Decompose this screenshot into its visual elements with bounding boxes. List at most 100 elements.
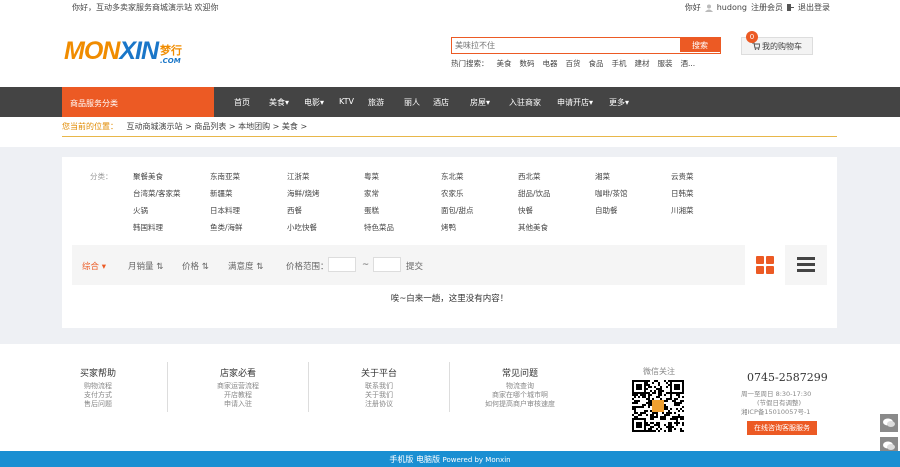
sort-arrow-icon: ⇅ [156, 262, 164, 272]
footer-link[interactable]: 购物流程 [28, 382, 168, 391]
hot-search-link[interactable]: 电器 [543, 58, 558, 69]
category-tag[interactable]: 云贵菜 [671, 171, 694, 182]
chat-icon [883, 418, 895, 427]
category-tag[interactable]: 湘菜 [595, 171, 610, 182]
powered-by[interactable]: Powered by Monxin [443, 456, 511, 464]
nav-item[interactable]: 酒店 [433, 97, 470, 108]
sort-comprehensive[interactable]: 综合 ▾ [82, 260, 106, 272]
footer-link[interactable]: 支付方式 [28, 391, 168, 400]
category-tag[interactable]: 韩国料理 [133, 222, 163, 233]
register-link[interactable]: 注册会员 [751, 2, 783, 13]
product-panel: 分类： 聚餐美食 东南亚菜 江浙菜 粤菜 东北菜 西北菜 湘菜 云贵菜台湾菜/客家菜 新疆菜 海鲜… [62, 157, 837, 328]
footer-link[interactable]: 联系我们 [309, 382, 449, 391]
footer-column-title: 店家必看 [219, 369, 256, 379]
sort-satisfaction[interactable]: 满意度 ⇅ [228, 260, 263, 272]
price-max-input[interactable] [373, 257, 401, 272]
hot-search-link[interactable]: 食品 [589, 58, 604, 69]
cart-count-badge: 0 [746, 31, 758, 43]
hot-searches: 热门搜索： 美食 数码 电器 百货 食品 手机 建材 服装 酒... [451, 58, 695, 69]
nav-item[interactable]: 旅游 [368, 97, 404, 108]
category-tag[interactable]: 东南亚菜 [210, 171, 240, 182]
category-tag[interactable]: 鱼类/海鲜 [210, 222, 243, 233]
footer-link[interactable]: 物流查询 [450, 382, 590, 391]
nav-item[interactable]: 电影 ▾ [304, 97, 339, 108]
footer-link[interactable]: 如何提高商户审核速度 [450, 400, 590, 409]
price-range-dash: ~ [362, 260, 370, 270]
category-tag[interactable]: 蛋糕 [364, 205, 379, 216]
nav-item[interactable]: 申请开店 ▾ [557, 97, 609, 108]
cart-button[interactable]: 0 我的购物车 [741, 31, 813, 55]
hot-search-link[interactable]: 美食 [497, 58, 512, 69]
category-tag[interactable]: 聚餐美食 [133, 171, 163, 182]
grid-view-button[interactable] [745, 245, 785, 285]
hot-search-link[interactable]: 手机 [612, 58, 627, 69]
username-link[interactable]: hudong [717, 3, 747, 12]
nav-item[interactable]: 房屋 ▾ [470, 97, 509, 108]
pc-version-link[interactable]: 电脑版 [416, 455, 440, 464]
footer-link[interactable]: 售后问题 [28, 400, 168, 409]
price-min-input[interactable] [328, 257, 356, 272]
category-tag[interactable]: 海鲜/烧烤 [287, 188, 320, 199]
sort-monthly-sales[interactable]: 月销量 ⇅ [128, 260, 163, 272]
footer-link[interactable]: 商家运营流程 [168, 382, 308, 391]
nav-item[interactable]: KTV [339, 97, 368, 108]
category-tag[interactable]: 火锅 [133, 205, 148, 216]
logout-link[interactable]: 退出登录 [798, 2, 830, 13]
price-submit-button[interactable]: 提交 [406, 260, 423, 272]
side-chat-button[interactable] [880, 414, 898, 432]
category-tag[interactable]: 面包/甜点 [441, 205, 474, 216]
footer-link[interactable]: 开店教程 [168, 391, 308, 400]
hot-search-link[interactable]: 百货 [566, 58, 581, 69]
icp-number[interactable]: 湘ICP备15010057号-1 [741, 406, 810, 416]
category-tag[interactable]: 农家乐 [441, 188, 464, 199]
tags-label: 分类： [90, 172, 113, 181]
category-tag[interactable]: 烤鸭 [441, 222, 456, 233]
nav-item[interactable]: 入驻商家 [509, 97, 557, 108]
sort-price[interactable]: 价格 ⇅ [182, 260, 209, 272]
category-tag[interactable]: 江浙菜 [287, 171, 310, 182]
site-logo[interactable]: MON XIN 梦行 .COM [64, 37, 182, 66]
sort-bar: 综合 ▾ 月销量 ⇅ 价格 ⇅ 满意度 ⇅ 价格范围： ~ 提交 [72, 245, 827, 285]
category-tag[interactable]: 咖啡/茶馆 [595, 188, 628, 199]
mobile-version-link[interactable]: 手机版 [389, 455, 413, 464]
footer-link[interactable]: 申请入驻 [168, 400, 308, 409]
wechat-icon [883, 441, 895, 450]
footer-link[interactable]: 注册协议 [309, 400, 449, 409]
hot-search-link[interactable]: 建材 [635, 58, 650, 69]
category-tag[interactable]: 小吃快餐 [287, 222, 317, 233]
hot-search-link[interactable]: 服装 [658, 58, 673, 69]
nav-item[interactable]: 更多 ▾ [609, 97, 639, 108]
breadcrumb-path[interactable]: 互动商城演示站 > 商品列表 > 本地团购 > 美食 > [127, 122, 308, 131]
category-tag[interactable]: 日本料理 [210, 205, 240, 216]
category-tag[interactable]: 甜品/饮品 [518, 188, 551, 199]
category-tag[interactable]: 西北菜 [518, 171, 541, 182]
chevron-down-icon: ▾ [486, 98, 491, 107]
nav-item[interactable]: 首页 [234, 97, 269, 108]
online-service-button[interactable]: 在线咨询客服服务 [747, 421, 817, 435]
bottom-bar: 手机版 电脑版 Powered by Monxin [0, 451, 900, 467]
category-tag[interactable]: 家常 [364, 188, 379, 199]
category-tag[interactable]: 自助餐 [595, 205, 618, 216]
price-range-label: 价格范围： [286, 262, 329, 272]
category-menu-button[interactable]: 商品服务分类 [62, 87, 214, 117]
category-tag[interactable]: 粤菜 [364, 171, 379, 182]
search-button[interactable]: 搜索 [680, 38, 720, 52]
nav-item[interactable]: 丽人 [404, 97, 433, 108]
list-view-button[interactable] [786, 245, 826, 285]
footer-link[interactable]: 关于我们 [309, 391, 449, 400]
hot-search-link[interactable]: 数码 [520, 58, 535, 69]
category-tag[interactable]: 东北菜 [441, 171, 464, 182]
category-tag[interactable]: 特色菜品 [364, 222, 394, 233]
hot-search-link[interactable]: 酒... [681, 58, 696, 69]
category-tag[interactable]: 西餐 [287, 205, 302, 216]
search-input[interactable] [455, 40, 675, 51]
category-tag[interactable]: 快餐 [518, 205, 533, 216]
category-tag[interactable]: 新疆菜 [210, 188, 233, 199]
category-tag[interactable]: 日韩菜 [671, 188, 694, 199]
breadcrumb-label: 您当前的位置： [62, 122, 118, 131]
category-tag[interactable]: 台湾菜/客家菜 [133, 188, 181, 199]
footer-link[interactable]: 商家在哪个城市啊 [450, 391, 590, 400]
nav-item[interactable]: 美食 ▾ [269, 97, 304, 108]
category-tag[interactable]: 其他美食 [518, 222, 548, 233]
category-tag[interactable]: 川湘菜 [671, 205, 694, 216]
